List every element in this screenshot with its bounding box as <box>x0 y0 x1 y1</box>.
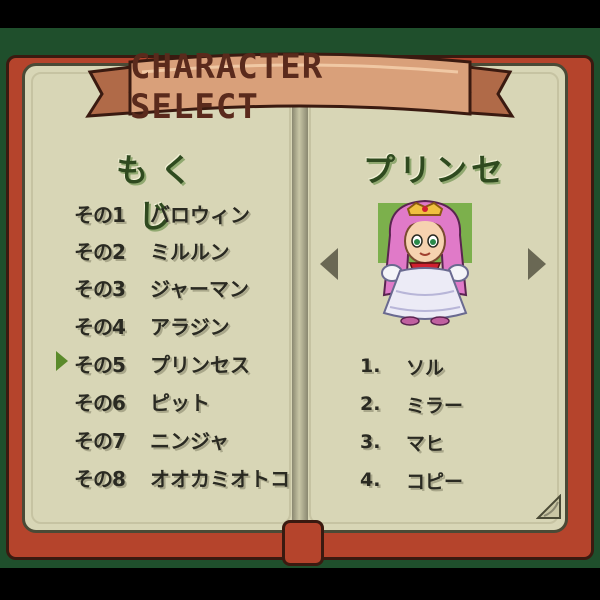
toc-item-jarman[interactable]: その3 ジャーマン <box>74 273 294 301</box>
toc-item-number: その4 <box>74 314 126 339</box>
toc-item-number: その7 <box>74 428 126 453</box>
character-select-screen: CHARACTER SELECT もくじ その1 バロウィン その2 ミルルン … <box>0 0 600 600</box>
toc-item-aladdin[interactable]: その4 アラジン <box>74 311 294 339</box>
toc-item-ninja[interactable]: その7 ニンジャ <box>74 425 294 453</box>
page-curl-icon <box>536 494 561 519</box>
toc-item-mirurun[interactable]: その2 ミルルン <box>74 236 294 264</box>
screen-title: CHARACTER SELECT <box>130 47 324 127</box>
toc-item-name: プリンセス <box>150 352 250 377</box>
toc-item-name: ジャーマン <box>150 276 249 301</box>
toc-item-number: その8 <box>74 466 126 491</box>
option-number: 1. <box>360 355 381 377</box>
toc-item-number: その3 <box>74 276 126 301</box>
toc-item-werewolf[interactable]: その8 オオカミオトコ <box>74 463 294 491</box>
option-label: ソル <box>406 356 445 379</box>
next-arrow-icon[interactable] <box>528 248 546 280</box>
toc-item-name: オオカミオトコ <box>150 466 290 491</box>
option-label: ミラー <box>406 394 464 417</box>
option-number: 4. <box>360 469 381 491</box>
toc-item-name: ミルルン <box>150 239 230 264</box>
selection-cursor-icon <box>56 351 68 371</box>
option-4[interactable]: 4. コピー <box>360 466 530 494</box>
toc-item-name: バロウィン <box>150 202 250 227</box>
toc-item-name: アラジン <box>150 314 230 339</box>
option-number: 2. <box>360 393 381 415</box>
bookmark-ribbon <box>282 520 324 566</box>
option-3[interactable]: 3. マヒ <box>360 428 530 456</box>
option-1[interactable]: 1. ソル <box>360 352 530 380</box>
book-spine <box>292 66 308 556</box>
previous-arrow-icon[interactable] <box>320 248 338 280</box>
princess-portrait-icon <box>378 199 472 326</box>
option-label: マヒ <box>406 432 445 455</box>
toc-item-baroin[interactable]: その1 バロウィン <box>74 199 294 227</box>
toc-item-pit[interactable]: その6 ピット <box>74 387 294 415</box>
toc-item-number: その6 <box>74 390 126 415</box>
toc-item-princess[interactable]: その5 プリンセス <box>74 349 294 377</box>
toc-item-number: その1 <box>74 202 126 227</box>
toc-item-number: その2 <box>74 239 126 264</box>
option-2[interactable]: 2. ミラー <box>360 390 530 418</box>
toc-item-name: ピット <box>150 390 210 415</box>
toc-item-number: その5 <box>74 352 126 377</box>
option-label: コピー <box>406 470 464 493</box>
option-number: 3. <box>360 431 381 453</box>
toc-item-name: ニンジャ <box>150 428 229 453</box>
